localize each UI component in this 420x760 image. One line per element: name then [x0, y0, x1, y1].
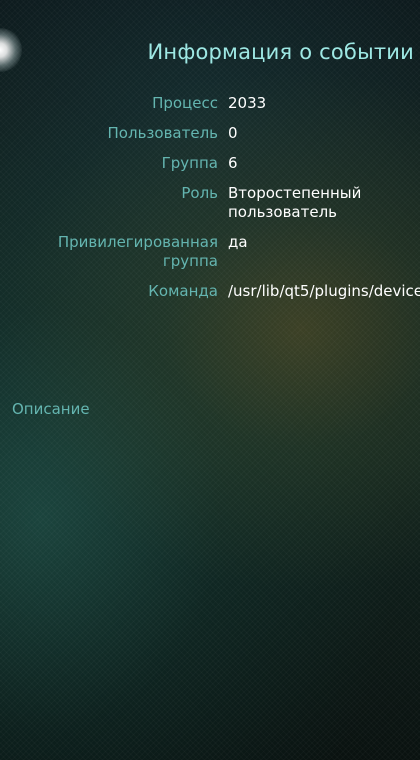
event-info-page: Информация о событии Процесс 2033 Пользо…	[0, 0, 420, 760]
detail-row-group: Группа 6	[0, 154, 420, 173]
detail-value: да	[228, 233, 248, 251]
detail-row-process: Процесс 2033	[0, 94, 420, 113]
pulley-glow-indicator	[0, 28, 22, 72]
detail-value: 6	[228, 154, 238, 172]
description-section-header: Описание	[12, 400, 90, 418]
detail-label: Процесс	[152, 94, 218, 112]
event-details-list: Процесс 2033 Пользователь 0 Группа 6 Рол…	[0, 94, 420, 312]
detail-row-user: Пользователь 0	[0, 124, 420, 143]
detail-label: Команда	[148, 282, 218, 300]
detail-row-role: Роль Второстепенный пользователь	[0, 184, 420, 222]
detail-value: 0	[228, 124, 238, 142]
detail-label: Роль	[181, 184, 218, 202]
detail-label: Группа	[161, 154, 218, 172]
detail-value: Второстепенный пользователь	[228, 184, 362, 221]
detail-value: 2033	[228, 94, 267, 112]
page-title: Информация о событии	[147, 40, 414, 64]
detail-value: /usr/lib/qt5/plugins/devicelock/encsfa	[228, 282, 420, 300]
detail-label: Привилегированная группа	[57, 233, 218, 270]
detail-label: Пользователь	[107, 124, 218, 142]
detail-row-privileged-group: Привилегированная группа да	[0, 233, 420, 271]
detail-row-command: Команда /usr/lib/qt5/plugins/devicelock/…	[0, 282, 420, 301]
